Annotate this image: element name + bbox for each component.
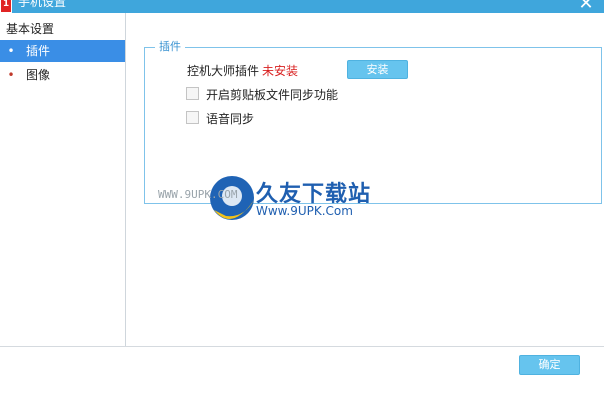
bullet-icon: • bbox=[7, 44, 15, 58]
plugin-name: 控机大师插件 bbox=[187, 64, 260, 78]
sidebar-item-image[interactable]: • 图像 bbox=[0, 64, 125, 86]
clipboard-sync-checkbox[interactable] bbox=[186, 87, 199, 100]
watermark-url: Www.9UPK.Com bbox=[256, 204, 353, 218]
window-title: 手机设置 bbox=[18, 0, 67, 9]
install-button[interactable]: 安装 bbox=[347, 60, 408, 79]
sidebar-item-plugins[interactable]: • 插件 bbox=[0, 40, 125, 62]
group-legend: 插件 bbox=[155, 40, 185, 54]
ok-button[interactable]: 确定 bbox=[519, 355, 580, 375]
sidebar: 基本设置 • 插件 • 图像 bbox=[0, 13, 126, 346]
voice-sync-option[interactable]: 语音同步 bbox=[186, 110, 286, 126]
app-icon: 1 bbox=[0, 0, 12, 13]
title-bar: 1 手机设置 ✕ bbox=[0, 0, 604, 13]
plugin-status: 未安装 bbox=[262, 64, 299, 78]
footer-divider bbox=[0, 346, 604, 347]
sidebar-header: 基本设置 bbox=[6, 22, 55, 36]
voice-sync-label: 语音同步 bbox=[206, 112, 255, 126]
watermark: WWW.9UPK.COM 久友下载站 Www.9UPK.Com bbox=[158, 140, 418, 240]
voice-sync-checkbox[interactable] bbox=[186, 111, 199, 124]
sidebar-item-label: 图像 bbox=[26, 68, 51, 82]
clipboard-sync-label: 开启剪贴板文件同步功能 bbox=[206, 88, 339, 102]
watermark-left-text: WWW.9UPK.COM bbox=[158, 188, 238, 201]
sidebar-item-label: 插件 bbox=[26, 44, 51, 58]
clipboard-sync-option[interactable]: 开启剪贴板文件同步功能 bbox=[186, 86, 386, 102]
bullet-icon: • bbox=[7, 68, 15, 82]
close-icon[interactable]: ✕ bbox=[576, 0, 596, 13]
